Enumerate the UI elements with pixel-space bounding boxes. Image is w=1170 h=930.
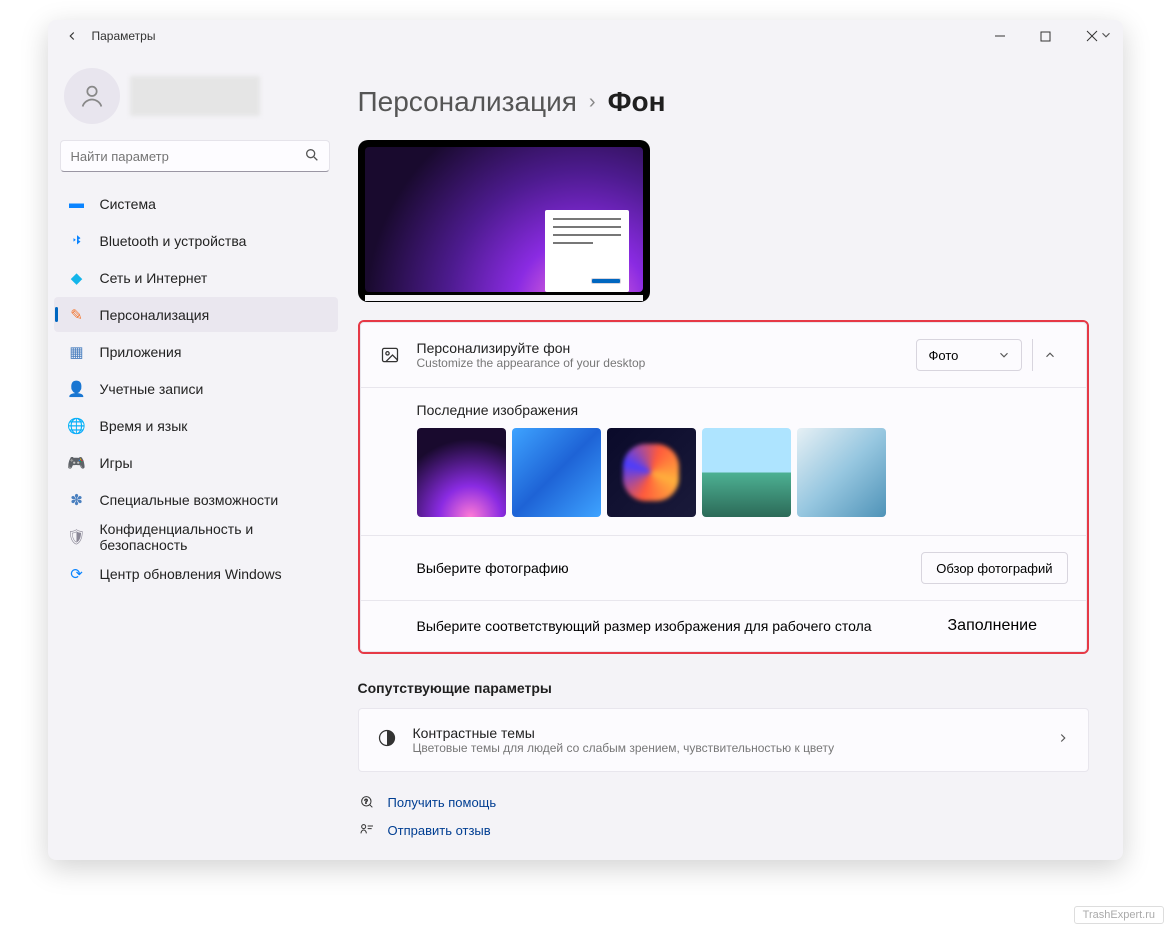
- watermark: TrashExpert.ru: [1074, 906, 1164, 924]
- nav-network[interactable]: ◆ Сеть и Интернет: [54, 260, 338, 295]
- feedback-link-text: Отправить отзыв: [388, 823, 491, 838]
- monitor-icon: ▬: [68, 195, 86, 213]
- contrast-title: Контрастные темы: [413, 725, 835, 741]
- contrast-icon: [377, 728, 397, 753]
- recent-thumb-5[interactable]: [797, 428, 886, 517]
- feedback-icon: [358, 822, 376, 838]
- desktop-preview: [358, 140, 650, 302]
- wifi-icon: ◆: [68, 269, 86, 287]
- recent-thumbnails: [417, 428, 1068, 517]
- nav-label: Учетные записи: [100, 381, 204, 397]
- dropdown-value: Фото: [929, 348, 959, 363]
- nav-time-lang[interactable]: 🌐 Время и язык: [54, 408, 338, 443]
- nav-gaming[interactable]: 🎮 Игры: [54, 445, 338, 480]
- update-icon: ⟳: [68, 565, 86, 583]
- recent-thumb-2[interactable]: [512, 428, 601, 517]
- help-link[interactable]: ? Получить помощь: [358, 794, 1089, 810]
- nav-privacy[interactable]: 🛡 Конфиденциальность и безопасность: [54, 519, 338, 554]
- nav-label: Приложения: [100, 344, 182, 360]
- recent-thumb-3[interactable]: [607, 428, 696, 517]
- settings-window: Параметры ▬ Система Bluetooth и устройств…: [48, 20, 1123, 860]
- gamepad-icon: 🎮: [68, 454, 86, 472]
- recent-thumb-1[interactable]: [417, 428, 506, 517]
- help-icon: ?: [358, 794, 376, 810]
- window-title: Параметры: [92, 29, 156, 43]
- nav-label: Bluetooth и устройства: [100, 233, 247, 249]
- nav-label: Система: [100, 196, 156, 212]
- sidebar: ▬ Система Bluetooth и устройства ◆ Сеть и …: [48, 52, 348, 860]
- breadcrumb-parent[interactable]: Персонализация: [358, 86, 577, 118]
- nav-label: Время и язык: [100, 418, 188, 434]
- nav-label: Центр обновления Windows: [100, 566, 282, 582]
- background-type-dropdown[interactable]: Фото: [916, 339, 1022, 371]
- desktop-preview-window: [545, 210, 629, 292]
- maximize-button[interactable]: [1023, 20, 1069, 52]
- shield-icon: 🛡: [68, 528, 86, 546]
- fit-label: Выберите соответствующий размер изображе…: [417, 618, 872, 634]
- contrast-themes-card[interactable]: Контрастные темы Цветовые темы для людей…: [358, 708, 1089, 772]
- nav-label: Конфиденциальность и безопасность: [100, 521, 328, 553]
- profile-block[interactable]: [52, 62, 338, 140]
- nav-label: Игры: [100, 455, 133, 471]
- fit-dropdown[interactable]: Заполнение: [948, 617, 1068, 635]
- search-box: [60, 140, 330, 172]
- svg-text:?: ?: [364, 799, 368, 805]
- background-panel-highlight: Персонализируйте фон Customize the appea…: [358, 320, 1089, 654]
- personalize-title: Персонализируйте фон: [417, 340, 900, 356]
- nav-personalization[interactable]: ✎ Персонализация: [54, 297, 338, 332]
- search-input[interactable]: [60, 140, 330, 172]
- collapse-button[interactable]: [1032, 339, 1068, 371]
- fit-dropdown-value: Заполнение: [948, 617, 1038, 634]
- footer-links: ? Получить помощь Отправить отзыв: [358, 794, 1089, 838]
- nav-accessibility[interactable]: ✽ Специальные возможности: [54, 482, 338, 517]
- nav-accounts[interactable]: 👤 Учетные записи: [54, 371, 338, 406]
- nav-windows-update[interactable]: ⟳ Центр обновления Windows: [54, 556, 338, 591]
- chevron-right-icon: [1056, 731, 1070, 750]
- desktop-preview-wallpaper: [365, 147, 643, 292]
- help-link-text: Получить помощь: [388, 795, 497, 810]
- breadcrumb-current: Фон: [608, 86, 666, 118]
- avatar: [64, 68, 120, 124]
- choose-photo-row: Выберите фотографию Обзор фотографий: [361, 536, 1086, 600]
- nav-apps[interactable]: ▦ Приложения: [54, 334, 338, 369]
- brush-icon: ✎: [68, 306, 86, 324]
- recent-images-title: Последние изображения: [417, 402, 1068, 418]
- nav-bluetooth[interactable]: Bluetooth и устройства: [54, 223, 338, 258]
- minimize-button[interactable]: [977, 20, 1023, 52]
- nav-label: Специальные возможности: [100, 492, 279, 508]
- chevron-down-icon: [997, 348, 1011, 365]
- related-header: Сопутствующие параметры: [358, 680, 1089, 696]
- personalize-background-row[interactable]: Персонализируйте фон Customize the appea…: [361, 323, 1086, 387]
- user-name-redacted: [130, 76, 260, 116]
- feedback-link[interactable]: Отправить отзыв: [358, 822, 1089, 838]
- contrast-sub: Цветовые темы для людей со слабым зрение…: [413, 741, 835, 755]
- chevron-right-icon: ›: [589, 91, 596, 114]
- fit-row: Выберите соответствующий размер изображе…: [361, 601, 1086, 651]
- desktop-preview-taskbar: [365, 295, 643, 301]
- search-icon: [304, 147, 320, 163]
- accessibility-icon: ✽: [68, 491, 86, 509]
- person-icon: 👤: [68, 380, 86, 398]
- image-icon: [379, 345, 401, 365]
- nav-system[interactable]: ▬ Система: [54, 186, 338, 221]
- breadcrumb: Персонализация › Фон: [358, 86, 1089, 118]
- nav-list: ▬ Система Bluetooth и устройства ◆ Сеть и …: [52, 186, 338, 591]
- nav-label: Сеть и Интернет: [100, 270, 208, 286]
- recent-images-row: Последние изображения: [361, 388, 1086, 535]
- personalize-sub: Customize the appearance of your desktop: [417, 356, 900, 370]
- browse-photos-button[interactable]: Обзор фотографий: [921, 552, 1067, 584]
- globe-icon: 🌐: [68, 417, 86, 435]
- back-button[interactable]: [56, 20, 88, 52]
- recent-thumb-4[interactable]: [702, 428, 791, 517]
- window-controls: [977, 20, 1115, 52]
- bluetooth-icon: [68, 232, 86, 250]
- choose-photo-label: Выберите фотографию: [417, 560, 569, 576]
- main-content: Персонализация › Фон: [348, 52, 1123, 860]
- apps-icon: ▦: [68, 343, 86, 361]
- titlebar: Параметры: [48, 20, 1123, 52]
- nav-label: Персонализация: [100, 307, 210, 323]
